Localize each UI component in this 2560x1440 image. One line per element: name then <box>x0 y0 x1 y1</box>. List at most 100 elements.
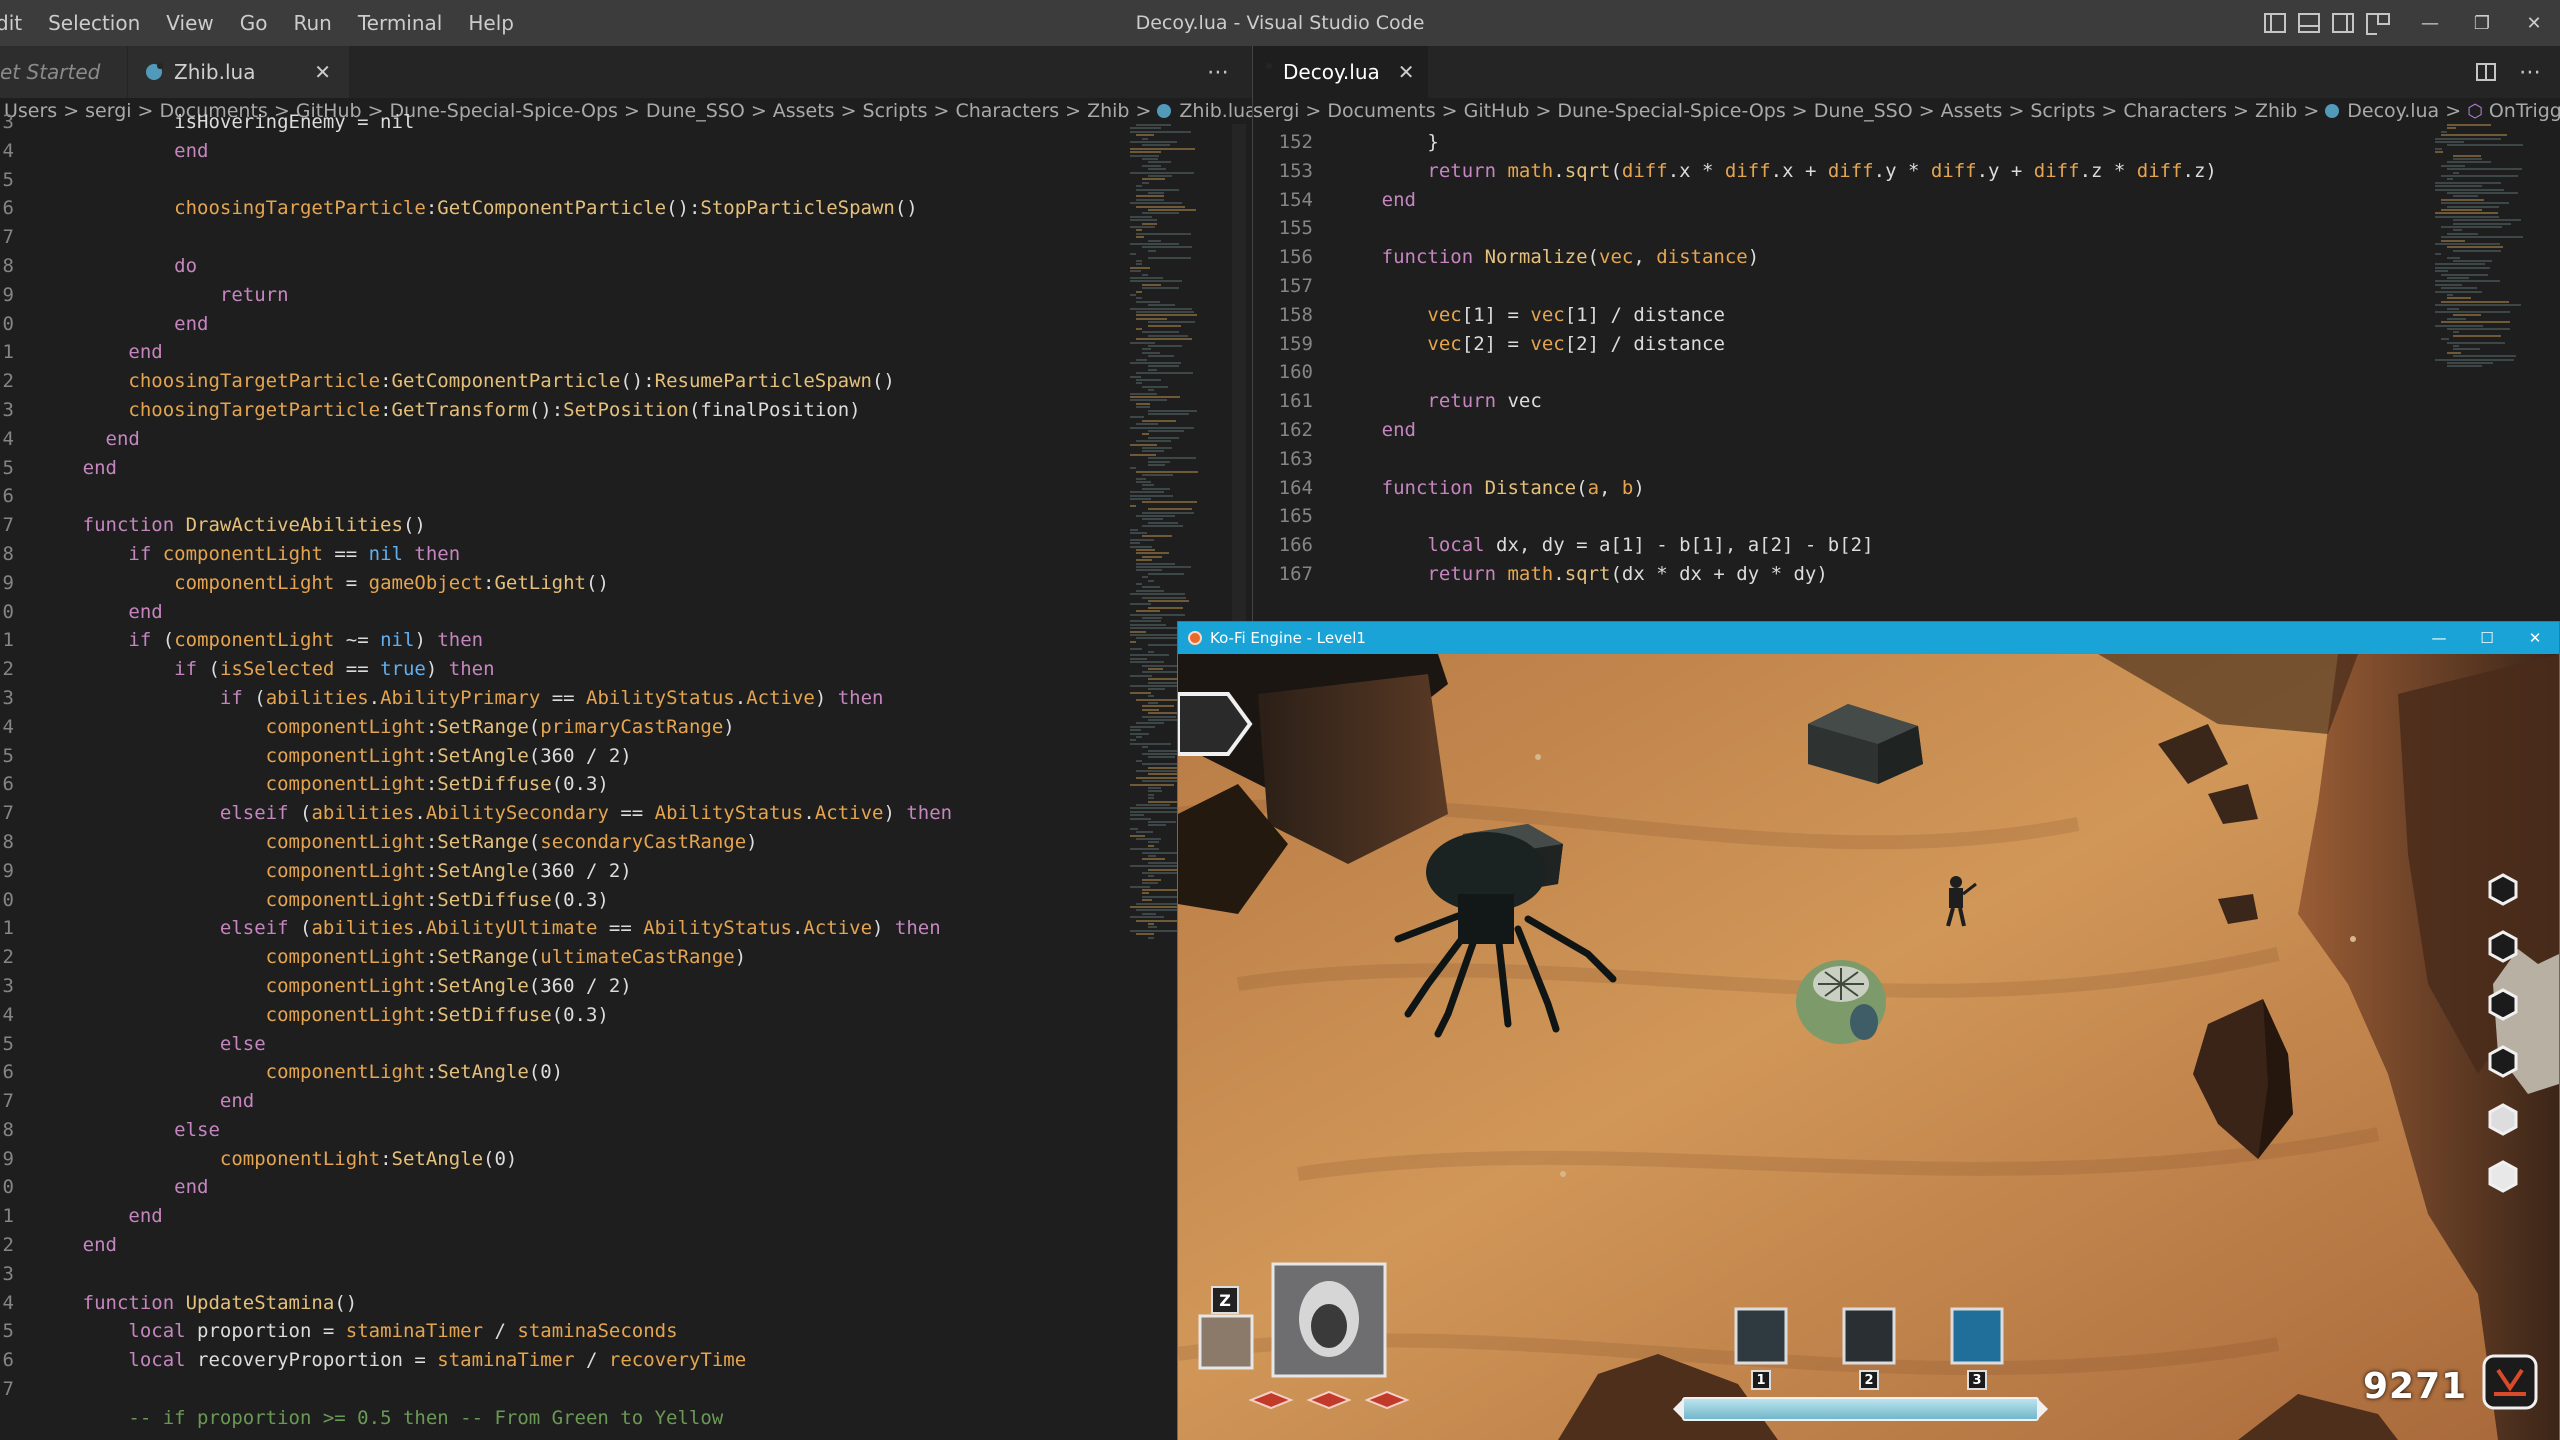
code-line[interactable]: 6 <box>0 482 1136 511</box>
code-line[interactable]: 0 end <box>0 1173 1136 1202</box>
breadcrumb-item[interactable]: Dune-Special-Spice-Ops <box>1557 100 1785 122</box>
code-line[interactable]: 9 componentLight:SetAngle(360 / 2) <box>0 857 1136 886</box>
toggle-secondary-sidebar-icon[interactable] <box>2332 13 2354 33</box>
code-line[interactable]: 4 end <box>0 137 1136 166</box>
code-line[interactable]: 1 if (componentLight ~= nil) then <box>0 626 1136 655</box>
close-tab-icon[interactable]: ✕ <box>1398 60 1415 84</box>
code-line[interactable]: 5 componentLight:SetAngle(360 / 2) <box>0 742 1136 771</box>
code-line[interactable]: 7 <box>0 1375 1136 1404</box>
code-line[interactable]: 1 end <box>0 1202 1136 1231</box>
more-actions-icon[interactable]: ⋯ <box>1196 60 1240 85</box>
code-line[interactable]: 8 do <box>0 252 1136 281</box>
menu-go[interactable]: Go <box>227 0 281 46</box>
tab-decoy-lua[interactable]: Decoy.lua ✕ <box>1253 46 1429 98</box>
breadcrumb-item[interactable]: Zhib.lua <box>1157 100 1252 122</box>
toggle-primary-sidebar-icon[interactable] <box>2264 13 2286 33</box>
code-line[interactable]: 6 componentLight:SetAngle(0) <box>0 1058 1136 1087</box>
game-engine-window[interactable]: Ko-Fi Engine - Level1 — ☐ ✕ Z 1 2 3 9271 <box>1177 621 2560 1440</box>
game-close-button[interactable]: ✕ <box>2511 622 2559 654</box>
code-line[interactable]: 160 <box>1273 358 2373 387</box>
close-tab-icon[interactable]: ✕ <box>314 60 331 84</box>
code-line[interactable]: 5 <box>0 166 1136 195</box>
tab-zhib-lua[interactable]: Zhib.lua ✕ <box>128 46 350 98</box>
breadcrumb-item[interactable]: ⬡OnTriggerEnter(go) <box>2467 100 2560 122</box>
code-line[interactable]: 8 else <box>0 1116 1136 1145</box>
code-line[interactable]: 9 return <box>0 281 1136 310</box>
menu-run[interactable]: Run <box>280 0 344 46</box>
code-line[interactable]: 167 return math.sqrt(dx * dx + dy * dy) <box>1273 560 2373 589</box>
code-line[interactable]: 4 end <box>0 425 1136 454</box>
customize-layout-icon[interactable] <box>2366 13 2390 35</box>
code-line[interactable]: 166 local dx, dy = a[1] - b[1], a[2] - b… <box>1273 531 2373 560</box>
toggle-panel-icon[interactable] <box>2298 13 2320 33</box>
code-line[interactable]: 6 choosingTargetParticle:GetComponentPar… <box>0 194 1136 223</box>
code-line[interactable]: 156 function Normalize(vec, distance) <box>1273 243 2373 272</box>
code-line[interactable]: 0 end <box>0 310 1136 339</box>
close-window-button[interactable]: ✕ <box>2508 0 2560 46</box>
code-line[interactable]: 5 end <box>0 454 1136 483</box>
split-editor-icon[interactable] <box>2476 63 2496 81</box>
code-line[interactable]: 3 isHoveringEnemy = nil <box>0 108 1136 137</box>
code-line[interactable]: 153 return math.sqrt(diff.x * diff.x + d… <box>1273 157 2373 186</box>
code-line[interactable]: 152 } <box>1273 128 2373 157</box>
breadcrumb-item[interactable]: Dune_SSO <box>1814 100 1913 122</box>
code-line[interactable]: 1 elseif (abilities.AbilityUltimate == A… <box>0 914 1136 943</box>
code-line[interactable]: 157 <box>1273 272 2373 301</box>
breadcrumb-item[interactable]: Assets <box>1941 100 2003 122</box>
code-line[interactable]: 155 <box>1273 214 2373 243</box>
code-line[interactable]: 3 <box>0 1260 1136 1289</box>
code-line[interactable]: 159 vec[2] = vec[2] / distance <box>1273 330 2373 359</box>
code-line[interactable]: 2 componentLight:SetRange(ultimateCastRa… <box>0 943 1136 972</box>
minimize-button[interactable]: — <box>2404 0 2456 46</box>
code-line[interactable]: -- if proportion >= 0.5 then -- From Gre… <box>0 1404 1136 1433</box>
code-line[interactable]: 165 <box>1273 502 2373 531</box>
code-line[interactable]: 154 end <box>1273 186 2373 215</box>
code-line[interactable]: 2 end <box>0 1231 1136 1260</box>
game-viewport[interactable]: Z 1 2 3 9271 <box>1178 654 2559 1440</box>
code-line[interactable]: 3 choosingTargetParticle:GetTransform():… <box>0 396 1136 425</box>
menu-edit[interactable]: dit <box>0 0 35 46</box>
code-line[interactable]: 7 elseif (abilities.AbilitySecondary == … <box>0 799 1136 828</box>
breadcrumb-item[interactable]: GitHub <box>1464 100 1530 122</box>
game-minimize-button[interactable]: — <box>2415 622 2463 654</box>
code-line[interactable]: 0 componentLight:SetDiffuse(0.3) <box>0 886 1136 915</box>
code-line[interactable]: 2 choosingTargetParticle:GetComponentPar… <box>0 367 1136 396</box>
menu-terminal[interactable]: Terminal <box>345 0 456 46</box>
breadcrumb-item[interactable]: sergi <box>1253 100 1299 122</box>
code-line[interactable]: 8 if componentLight == nil then <box>0 540 1136 569</box>
code-line[interactable]: 158 vec[1] = vec[1] / distance <box>1273 301 2373 330</box>
breadcrumb-item[interactable]: Documents <box>1327 100 1435 122</box>
code-line[interactable]: 5 else <box>0 1030 1136 1059</box>
code-line[interactable]: 1 end <box>0 338 1136 367</box>
code-line[interactable]: 2 if (isSelected == true) then <box>0 655 1136 684</box>
code-line[interactable]: 7 function DrawActiveAbilities() <box>0 511 1136 540</box>
breadcrumb-item[interactable]: Zhib <box>2255 100 2297 122</box>
code-line[interactable]: 7 <box>0 223 1136 252</box>
code-line[interactable]: 5 local proportion = staminaTimer / stam… <box>0 1317 1136 1346</box>
code-line[interactable]: 8 componentLight:SetRange(secondaryCastR… <box>0 828 1136 857</box>
code-line[interactable]: 3 if (abilities.AbilityPrimary == Abilit… <box>0 684 1136 713</box>
code-line[interactable]: 4 function UpdateStamina() <box>0 1289 1136 1318</box>
code-line[interactable]: 161 return vec <box>1273 387 2373 416</box>
code-line[interactable]: 3 componentLight:SetAngle(360 / 2) <box>0 972 1136 1001</box>
code-line[interactable]: 7 end <box>0 1087 1136 1116</box>
code-line[interactable]: 9 componentLight:SetAngle(0) <box>0 1145 1136 1174</box>
code-line[interactable]: 6 componentLight:SetDiffuse(0.3) <box>0 770 1136 799</box>
code-line[interactable]: 6 local recoveryProportion = staminaTime… <box>0 1346 1136 1375</box>
code-editor-right[interactable]: 152 } 153 return math.sqrt(diff.x * diff.… <box>1273 128 2373 589</box>
code-line[interactable]: 164 function Distance(a, b) <box>1273 474 2373 503</box>
code-line[interactable]: 0 end <box>0 598 1136 627</box>
breadcrumb-item[interactable]: Scripts <box>2030 100 2095 122</box>
code-line[interactable]: 163 <box>1273 445 2373 474</box>
code-line[interactable]: 9 componentLight = gameObject:GetLight() <box>0 569 1136 598</box>
code-editor-left[interactable]: 3 isHoveringEnemy = nil 4 end 5 6 choosing… <box>0 108 1136 1433</box>
more-actions-icon[interactable]: ⋯ <box>2508 60 2552 85</box>
breadcrumb-item[interactable]: Characters <box>2123 100 2227 122</box>
menu-view[interactable]: View <box>153 0 226 46</box>
code-line[interactable]: 162 end <box>1273 416 2373 445</box>
breadcrumb-item[interactable]: Decoy.lua <box>2325 100 2439 122</box>
code-line[interactable]: 4 componentLight:SetDiffuse(0.3) <box>0 1001 1136 1030</box>
menu-selection[interactable]: Selection <box>35 0 153 46</box>
game-maximize-button[interactable]: ☐ <box>2463 622 2511 654</box>
game-title-bar[interactable]: Ko-Fi Engine - Level1 — ☐ ✕ <box>1178 622 2559 654</box>
